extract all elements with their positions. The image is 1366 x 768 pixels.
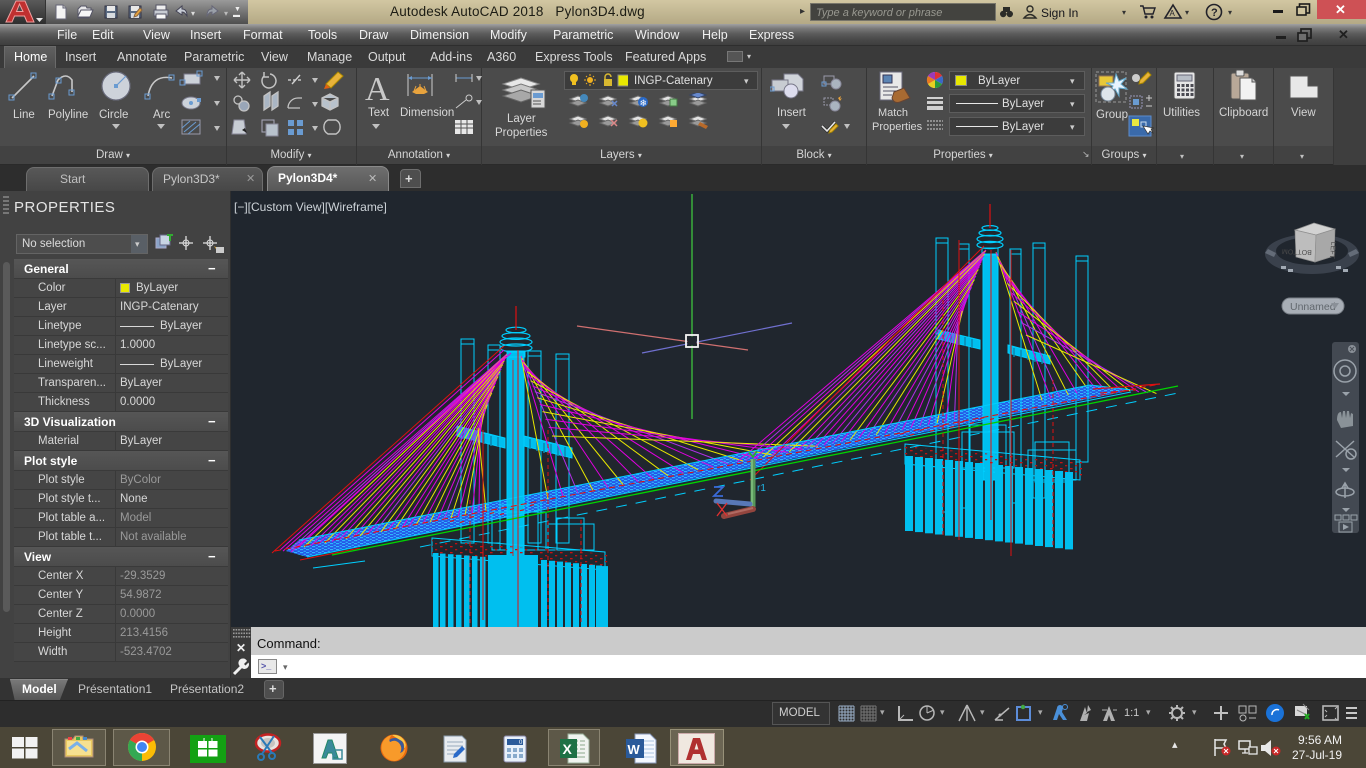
svg-text:Insert: Insert [777,107,807,119]
svg-text:Text: Text [368,107,390,119]
svg-text:Group: Group [1096,109,1128,121]
svg-text:Properties: Properties [495,127,548,139]
svg-text:Arc: Arc [153,109,171,121]
svg-text:A: A [1170,9,1176,18]
svg-text:X: X [563,741,573,757]
svg-text:❄: ❄ [640,98,648,108]
svg-text:Line: Line [13,109,35,121]
svg-text:Match: Match [878,107,908,119]
svg-text:A: A [365,71,390,108]
svg-text:Dimension: Dimension [400,107,454,119]
svg-text:Layer: Layer [507,113,536,125]
svg-text:Properties: Properties [872,121,922,133]
svg-text:Circle: Circle [99,109,128,121]
svg-text:r1: r1 [757,483,766,494]
svg-text:[−][Custom View][Wireframe]: [−][Custom View][Wireframe] [234,200,387,214]
svg-text:Unnamed: Unnamed [1290,301,1336,313]
svg-text:Polyline: Polyline [48,109,88,121]
svg-text:W: W [628,742,641,757]
svg-text:?: ? [1211,7,1218,19]
svg-text:BOTTOM: BOTTOM [1282,247,1312,255]
